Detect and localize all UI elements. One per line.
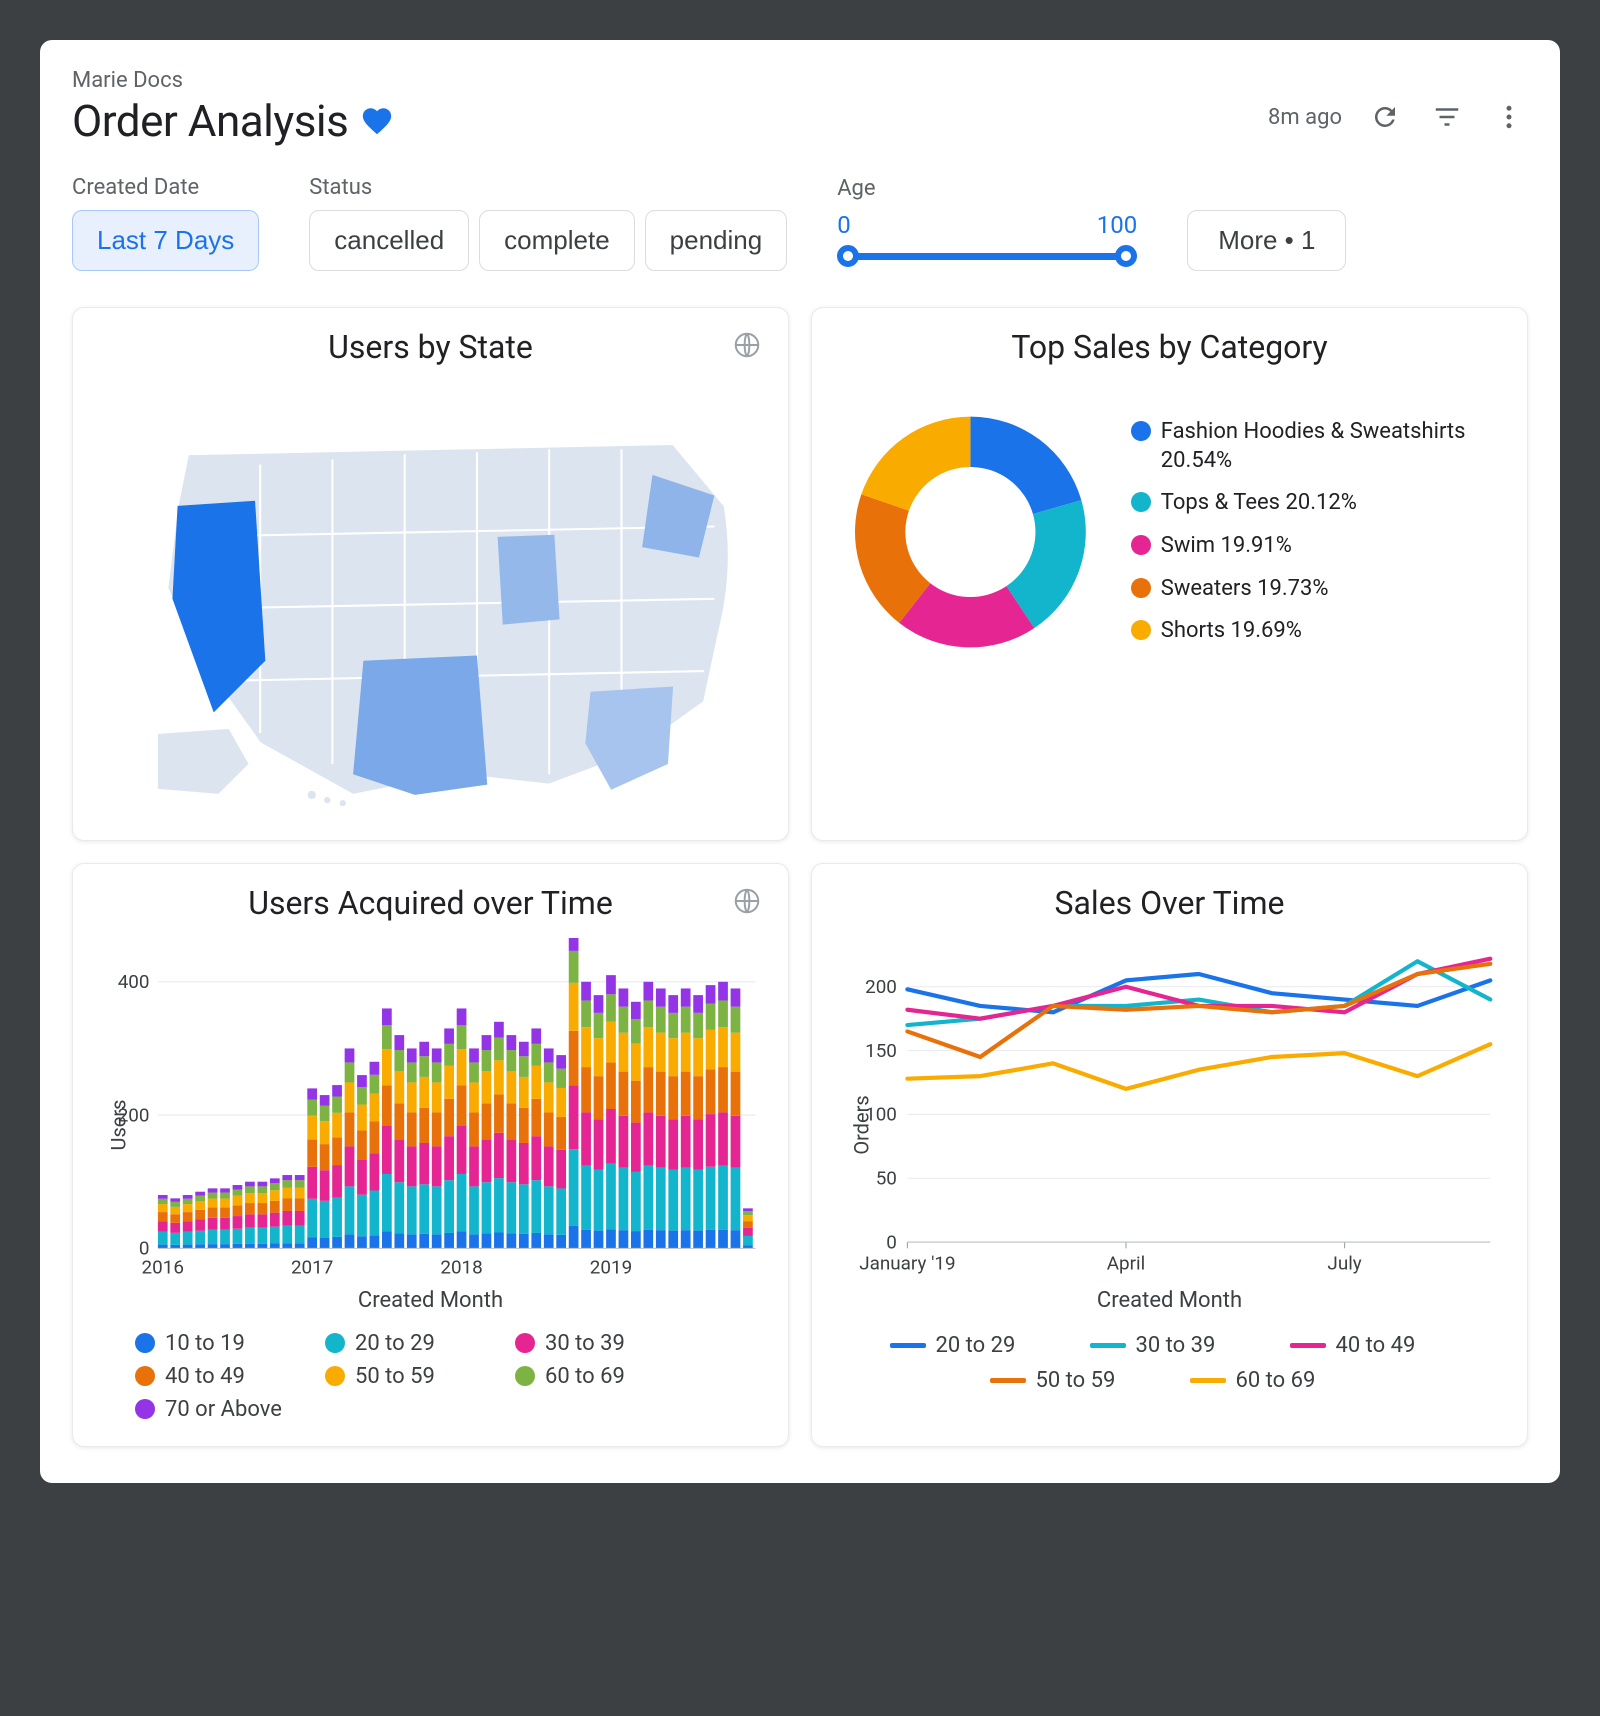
legend-item: Swim 19.91%: [1131, 532, 1505, 561]
sales-legend: 20 to 29 30 to 39 40 to 49 50 to 59 60 t…: [834, 1333, 1505, 1393]
y-axis-label: Orders: [850, 1095, 874, 1154]
donut-chart: [834, 382, 1107, 682]
legend-item: 70 or Above: [135, 1397, 295, 1422]
legend-item: 50 to 59: [990, 1368, 1150, 1393]
filter-created-date: Created Date Last 7 Days: [72, 175, 259, 271]
svg-text:50: 50: [876, 1166, 897, 1189]
svg-text:April: April: [1107, 1251, 1145, 1274]
svg-text:July: July: [1327, 1251, 1361, 1274]
svg-text:2016: 2016: [142, 1255, 184, 1278]
legend-item: 60 to 69: [1190, 1368, 1350, 1393]
card-users-by-state: Users by State: [72, 307, 789, 841]
chip-complete[interactable]: complete: [479, 210, 635, 271]
svg-text:0: 0: [886, 1230, 897, 1253]
x-axis-label: Created Month: [95, 1288, 766, 1313]
chip-last-7-days[interactable]: Last 7 Days: [72, 210, 259, 271]
filter-status: Status cancelled complete pending: [309, 175, 787, 271]
chip-pending[interactable]: pending: [645, 210, 788, 271]
legend-item: Sweaters 19.73%: [1131, 575, 1505, 604]
state-il: [498, 535, 560, 625]
chip-cancelled[interactable]: cancelled: [309, 210, 469, 271]
slider-handle-min[interactable]: [837, 245, 859, 267]
state-fl: [585, 687, 673, 790]
header-tools: 8m ago: [1268, 68, 1528, 136]
slider-handle-max[interactable]: [1115, 245, 1137, 267]
slider-min: 0: [837, 211, 851, 239]
svg-text:January '19: January '19: [859, 1251, 955, 1274]
filter-label: Age: [837, 176, 1137, 201]
legend-item: 10 to 19: [135, 1331, 295, 1356]
legend-item: 20 to 29: [325, 1331, 485, 1356]
card-title: Users by State: [95, 328, 766, 366]
refresh-icon[interactable]: [1366, 98, 1404, 136]
card-sales-over-time: Sales Over Time Orders 050100150200Janua…: [811, 863, 1528, 1447]
filter-icon[interactable]: [1428, 98, 1466, 136]
legend-item: 50 to 59: [325, 1364, 485, 1389]
card-title: Top Sales by Category: [834, 328, 1505, 366]
more-vert-icon[interactable]: [1490, 98, 1528, 136]
card-top-sales: Top Sales by Category Fashion Hoodies & …: [811, 307, 1528, 841]
svg-text:2018: 2018: [440, 1255, 482, 1278]
us-map-chart: [95, 382, 766, 816]
svg-text:2017: 2017: [291, 1255, 333, 1278]
legend-item: 30 to 39: [515, 1331, 675, 1356]
dashboard-canvas: Marie Docs Order Analysis 8m ago Creat: [40, 40, 1560, 1483]
svg-text:200: 200: [865, 975, 897, 998]
donut-legend: Fashion Hoodies & Sweatshirts 20.54% Top…: [1131, 418, 1505, 646]
filter-more: More • 1: [1187, 175, 1346, 271]
svg-text:150: 150: [865, 1038, 897, 1061]
filter-label: Created Date: [72, 175, 259, 200]
legend-item: Tops & Tees 20.12%: [1131, 489, 1505, 518]
state-tx: [353, 656, 487, 795]
filter-bar: Created Date Last 7 Days Status cancelle…: [72, 175, 1528, 271]
favorite-icon[interactable]: [360, 104, 394, 138]
legend-item: 60 to 69: [515, 1364, 675, 1389]
y-axis-label: Users: [107, 1100, 131, 1151]
header-left: Marie Docs Order Analysis: [72, 68, 394, 147]
more-filters-button[interactable]: More • 1: [1187, 210, 1346, 271]
users-acquired-legend: 10 to 19 20 to 29 30 to 39 40 to 49 50 t…: [95, 1331, 766, 1422]
globe-icon[interactable]: [732, 886, 762, 916]
header: Marie Docs Order Analysis 8m ago: [72, 68, 1528, 147]
legend-item: 20 to 29: [890, 1333, 1050, 1358]
age-slider[interactable]: 0 100: [837, 211, 1137, 271]
slider-max: 100: [1097, 211, 1137, 239]
card-grid: Users by State: [72, 307, 1528, 1447]
svg-text:400: 400: [118, 970, 150, 993]
line-chart: 050100150200January '19AprilJuly: [834, 938, 1505, 1284]
globe-icon[interactable]: [732, 330, 762, 360]
breadcrumb[interactable]: Marie Docs: [72, 68, 394, 93]
legend-item: 40 to 49: [135, 1364, 295, 1389]
filter-label: Status: [309, 175, 787, 200]
page-title: Order Analysis: [72, 95, 348, 147]
svg-text:2019: 2019: [590, 1255, 632, 1278]
last-updated: 8m ago: [1268, 105, 1342, 130]
filter-age: Age 0 100: [837, 176, 1137, 271]
card-users-acquired: Users Acquired over Time Users 020040020…: [72, 863, 789, 1447]
stacked-bar-chart: 02004002016201720182019: [95, 938, 766, 1284]
card-title: Sales Over Time: [834, 884, 1505, 922]
legend-item: Shorts 19.69%: [1131, 617, 1505, 646]
legend-item: 40 to 49: [1290, 1333, 1450, 1358]
card-title: Users Acquired over Time: [95, 884, 766, 922]
legend-item: 30 to 39: [1090, 1333, 1250, 1358]
legend-item: Fashion Hoodies & Sweatshirts 20.54%: [1131, 418, 1505, 475]
x-axis-label: Created Month: [834, 1288, 1505, 1313]
